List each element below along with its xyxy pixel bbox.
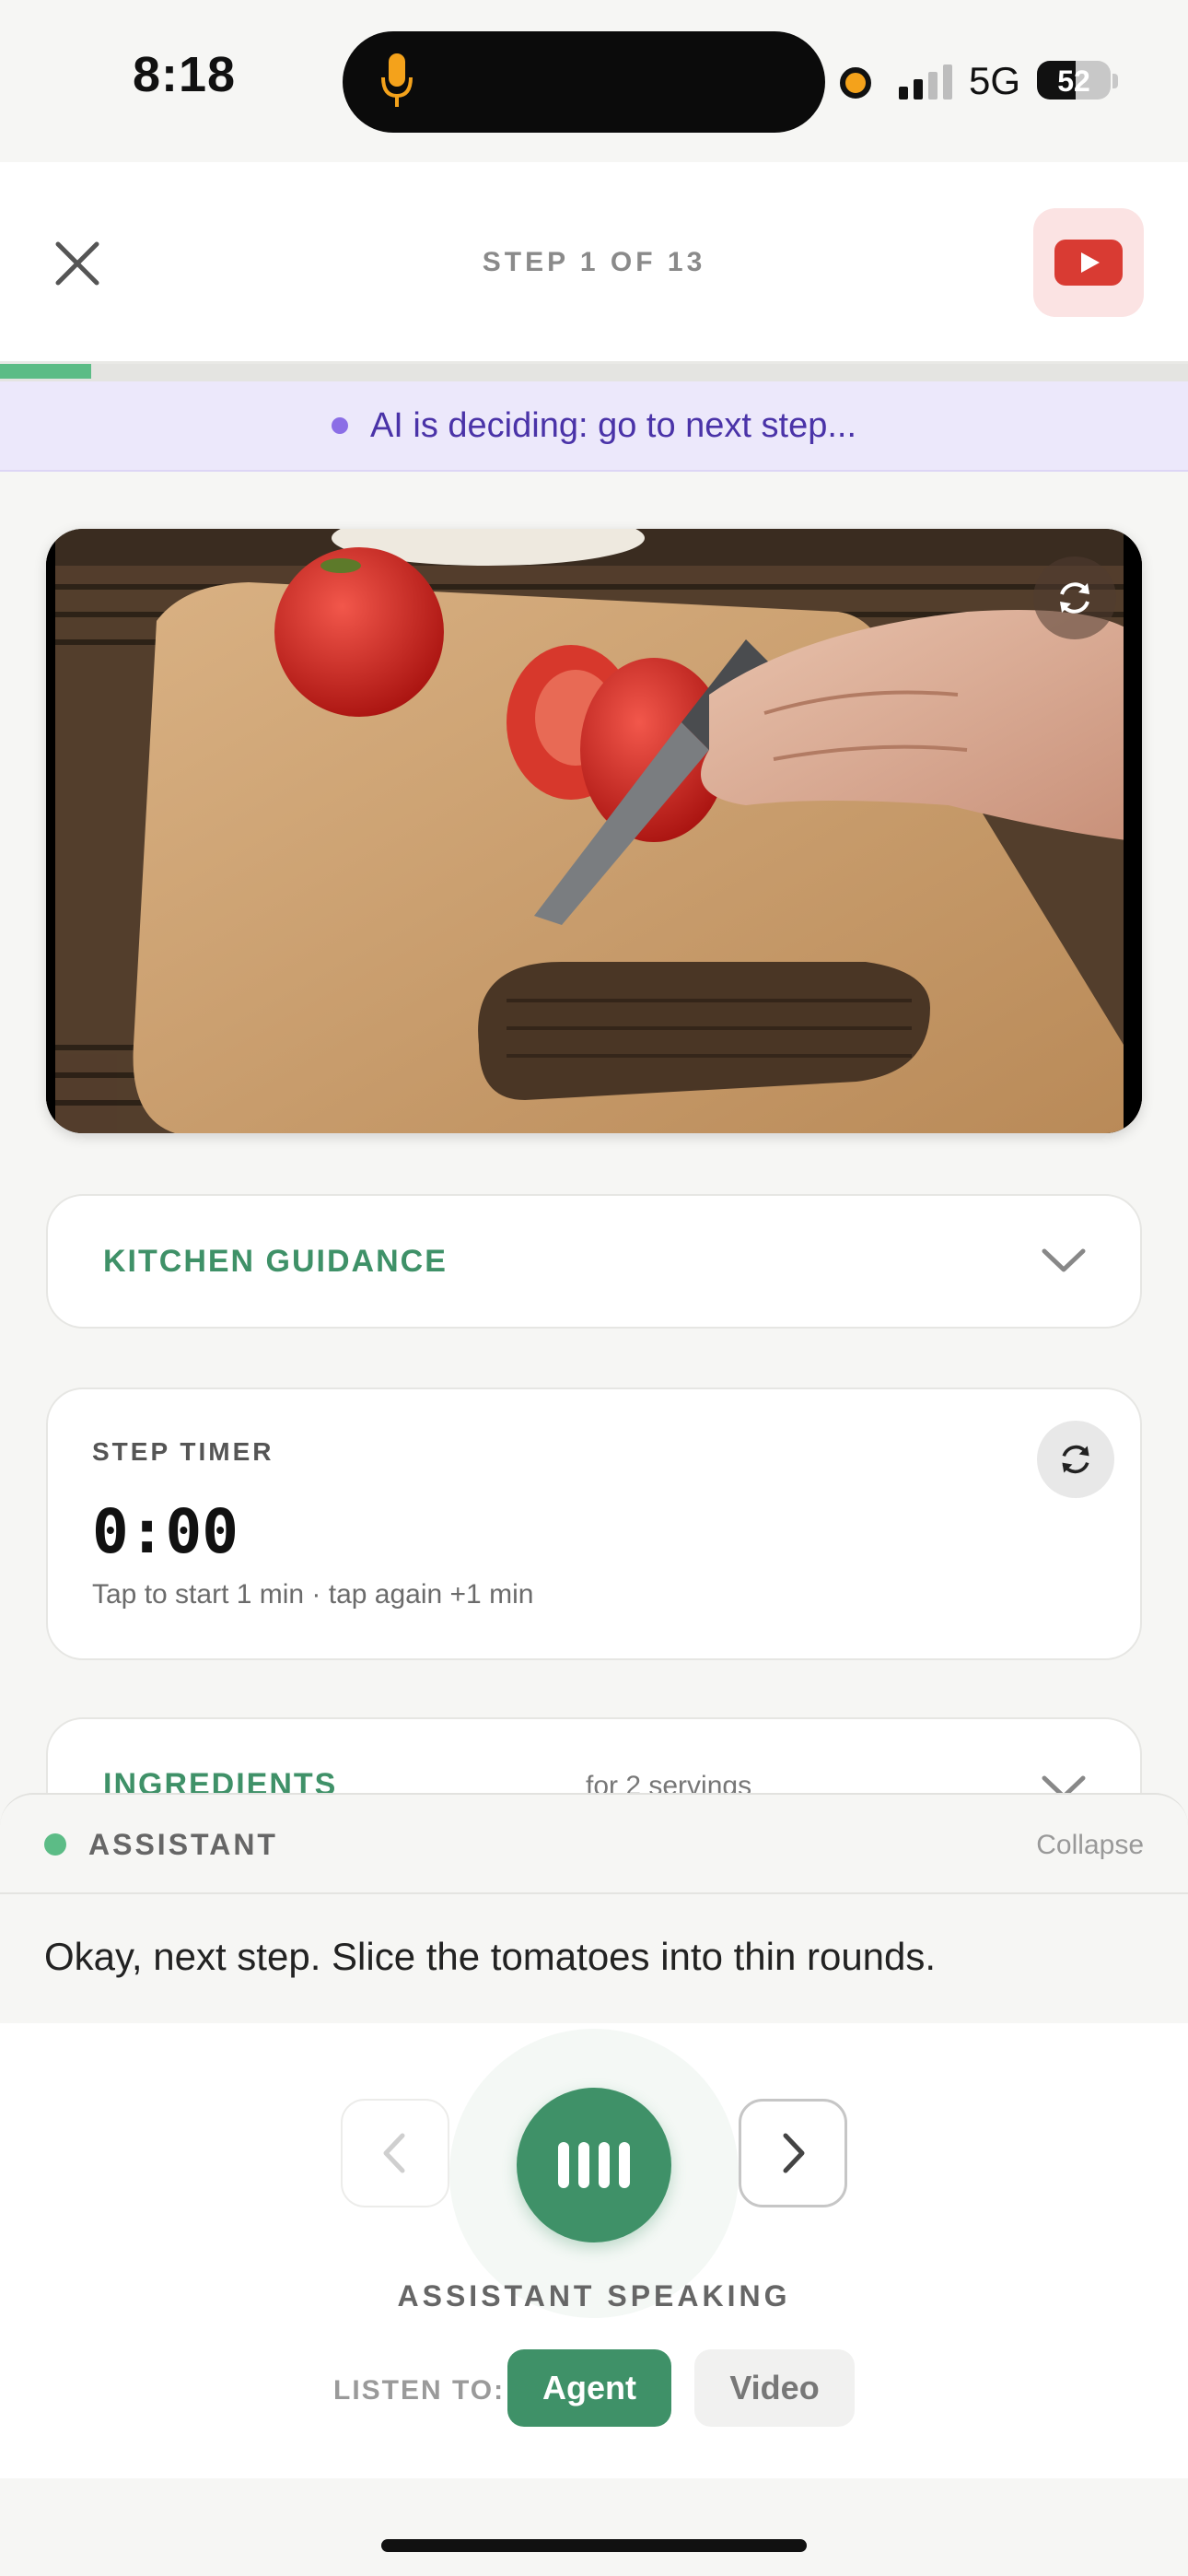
assistant-speaking-status: ASSISTANT SPEAKING: [397, 2279, 791, 2313]
home-indicator-area: [0, 2478, 1188, 2576]
listen-to-toggle: LISTEN TO: Agent Video: [0, 2349, 1188, 2427]
voice-button[interactable]: [517, 2088, 671, 2242]
refresh-icon: [1062, 1445, 1089, 1474]
step-progress-fill: [0, 364, 92, 379]
ai-status-dot: [331, 417, 348, 434]
chevron-down-icon: [1042, 1248, 1086, 1272]
cellular-signal-icon: [899, 64, 952, 100]
next-step-button[interactable]: [739, 2099, 847, 2207]
listen-video-option[interactable]: Video: [694, 2349, 855, 2427]
video-frame: [46, 529, 1142, 1133]
assistant-panel: ASSISTANT Collapse Okay, next step. Slic…: [0, 1793, 1188, 2023]
battery-icon: 52: [1037, 61, 1111, 100]
kitchen-guidance-card[interactable]: KITCHEN GUIDANCE: [46, 1194, 1142, 1329]
step-counter: STEP 1 OF 13: [482, 247, 706, 277]
collapse-button[interactable]: Collapse: [1036, 1830, 1144, 1861]
battery-nub: [1112, 74, 1118, 88]
step-timer-hint: Tap to start 1 min · tap again +1 min: [92, 1579, 534, 1610]
step-timer-value: 0:00: [92, 1496, 239, 1567]
voice-controls: ASSISTANT SPEAKING LISTEN TO: Agent Vide…: [0, 2023, 1188, 2478]
step-progress-bar: [0, 361, 1188, 381]
chevron-left-icon: [383, 2133, 405, 2173]
listen-to-label: LISTEN TO:: [333, 2375, 506, 2406]
previous-step-button[interactable]: [341, 2099, 449, 2207]
microphone-icon: [381, 53, 413, 107]
app-screen: 8:18 5G 52 STEP 1 OF 13 AI is deciding: …: [0, 0, 1188, 2576]
network-type: 5G: [969, 59, 1021, 102]
recording-indicator: [840, 67, 871, 99]
step-timer-card[interactable]: STEP TIMER 0:00 Tap to start 1 min · tap…: [46, 1388, 1142, 1660]
assistant-live-dot: [44, 1833, 66, 1856]
listen-agent-option[interactable]: Agent: [507, 2349, 671, 2427]
video-refresh-button[interactable]: [1033, 556, 1116, 639]
refresh-icon: [1060, 582, 1089, 614]
timer-reset-button[interactable]: [1037, 1421, 1114, 1498]
battery-percent: 52: [1057, 64, 1090, 98]
dynamic-island: [343, 31, 825, 133]
audio-bars-icon: [558, 2142, 630, 2188]
chevron-right-icon: [783, 2133, 805, 2173]
kitchen-guidance-title: KITCHEN GUIDANCE: [103, 1244, 448, 1279]
status-bar: 8:18 5G 52: [0, 0, 1188, 162]
ai-status-banner: AI is deciding: go to next step...: [0, 381, 1188, 472]
step-video[interactable]: [46, 529, 1142, 1133]
youtube-button[interactable]: [1033, 208, 1144, 317]
youtube-icon: [1054, 240, 1123, 286]
step-timer-label: STEP TIMER: [92, 1437, 274, 1466]
status-time: 8:18: [133, 47, 237, 102]
home-indicator[interactable]: [381, 2539, 807, 2552]
ai-status-text: AI is deciding: go to next step...: [369, 405, 857, 445]
assistant-label: ASSISTANT: [88, 1828, 278, 1861]
step-header: STEP 1 OF 13: [0, 162, 1188, 361]
assistant-message: Okay, next step. Slice the tomatoes into…: [44, 1935, 937, 1978]
assistant-header: ASSISTANT Collapse: [0, 1795, 1188, 1894]
